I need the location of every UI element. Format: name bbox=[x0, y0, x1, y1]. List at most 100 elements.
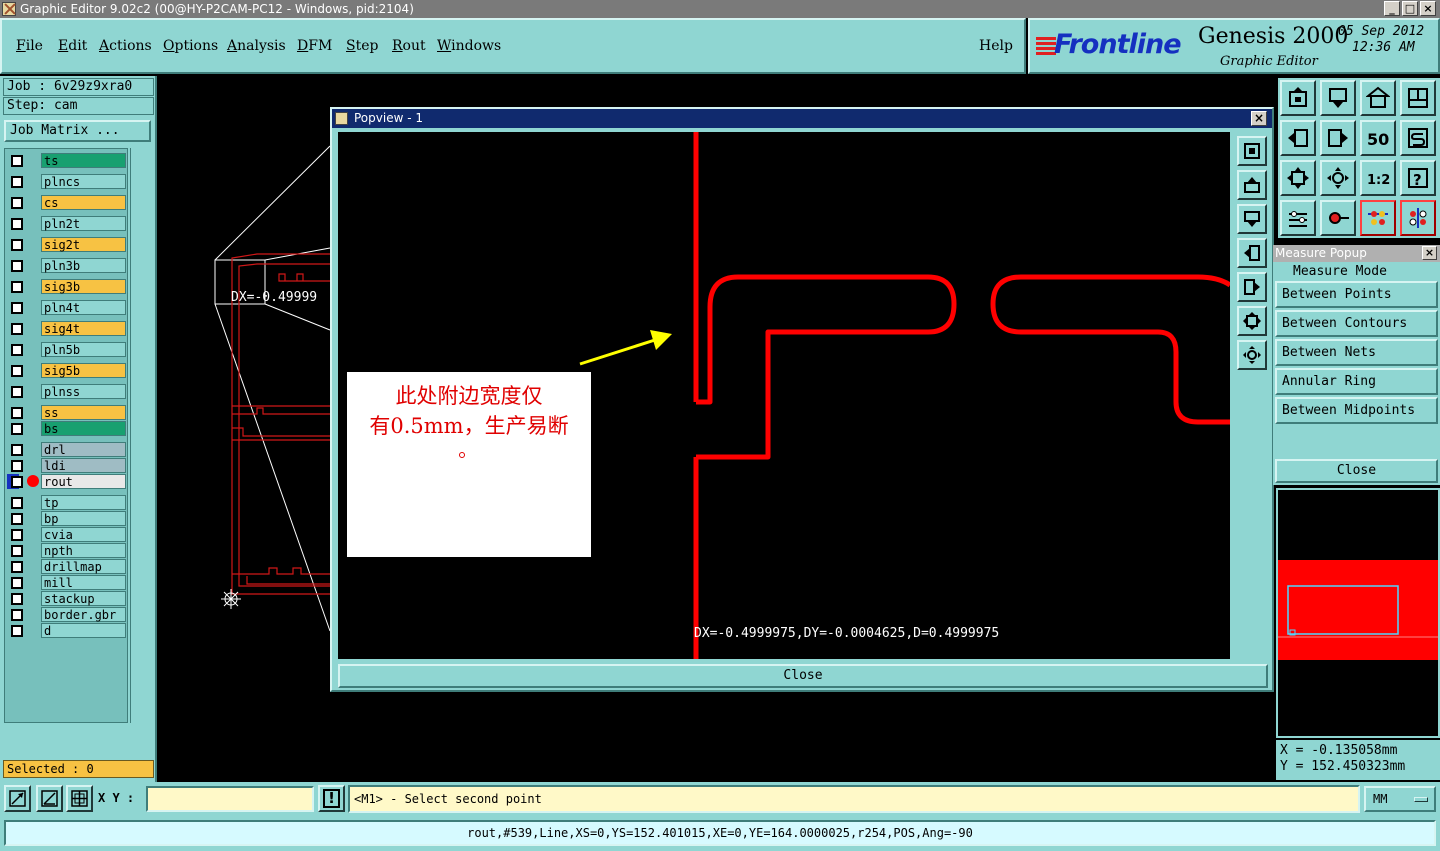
measure-popup-close-x-button[interactable]: × bbox=[1422, 246, 1437, 260]
layer-row-ss[interactable]: ss bbox=[7, 405, 127, 420]
measure-between-points-button[interactable]: Between Points bbox=[1275, 281, 1438, 308]
menu-analysis[interactable]: Analysis bbox=[227, 38, 286, 54]
layer-checkbox[interactable] bbox=[11, 625, 23, 637]
layer-row-d[interactable]: d bbox=[7, 623, 127, 638]
layer-name[interactable]: border.gbr bbox=[41, 607, 126, 622]
layer-row-drl[interactable]: drl bbox=[7, 442, 127, 457]
layer-row-pln3b[interactable]: pln3b bbox=[7, 258, 127, 273]
tool-probe-button[interactable] bbox=[1320, 200, 1356, 236]
layer-checkbox[interactable] bbox=[11, 497, 23, 509]
layer-name[interactable]: plnss bbox=[41, 384, 126, 399]
tool-home-button[interactable] bbox=[1360, 80, 1396, 116]
tool-help-button[interactable]: ? bbox=[1400, 160, 1436, 196]
layer-checkbox[interactable] bbox=[11, 365, 23, 377]
snap-center-button[interactable] bbox=[66, 785, 93, 812]
layer-row-ldi[interactable]: ldi bbox=[7, 458, 127, 473]
xy-input[interactable] bbox=[146, 786, 314, 812]
layer-checkbox[interactable] bbox=[11, 513, 23, 525]
layer-row-plnss[interactable]: plnss bbox=[7, 384, 127, 399]
job-matrix-button[interactable]: Job Matrix ... bbox=[4, 120, 151, 142]
tool-layer-color-button[interactable] bbox=[1360, 200, 1396, 236]
layer-checkbox[interactable] bbox=[11, 239, 23, 251]
close-window-button[interactable]: × bbox=[1420, 1, 1436, 16]
layer-row-pln2t[interactable]: pln2t bbox=[7, 216, 127, 231]
tool-zoom-out-button[interactable] bbox=[1320, 160, 1356, 196]
tool-pan-down-button[interactable] bbox=[1320, 80, 1356, 116]
layer-checkbox[interactable] bbox=[11, 545, 23, 557]
layer-row-sig5b[interactable]: sig5b bbox=[7, 363, 127, 378]
layer-name[interactable]: cs bbox=[41, 195, 126, 210]
minimize-button[interactable]: _ bbox=[1384, 1, 1400, 16]
tool-settings-button[interactable] bbox=[1280, 200, 1316, 236]
snap-angle-button[interactable] bbox=[36, 785, 63, 812]
layer-name[interactable]: sig5b bbox=[41, 363, 126, 378]
layer-row-ts[interactable]: ts bbox=[7, 153, 127, 168]
units-dropdown[interactable]: MM bbox=[1364, 786, 1436, 812]
popview-pan-down-button[interactable] bbox=[1237, 204, 1267, 234]
overview-minimap[interactable] bbox=[1276, 488, 1440, 738]
layer-checkbox[interactable] bbox=[11, 386, 23, 398]
layer-row-tp[interactable]: tp bbox=[7, 495, 127, 510]
tool-snap-button[interactable] bbox=[1400, 120, 1436, 156]
layer-checkbox[interactable] bbox=[11, 260, 23, 272]
layer-name[interactable]: pln3b bbox=[41, 258, 126, 273]
layer-name[interactable]: npth bbox=[41, 543, 126, 558]
popview-canvas[interactable]: 此处附边宽度仅 有0.5mm，生产易断 DX=-0.4999975,DY=-0.… bbox=[338, 132, 1230, 659]
tool-net-button[interactable] bbox=[1400, 200, 1436, 236]
layer-name[interactable]: stackup bbox=[41, 591, 126, 606]
layer-row-pln4t[interactable]: pln4t bbox=[7, 300, 127, 315]
layer-row-sig4t[interactable]: sig4t bbox=[7, 321, 127, 336]
layer-checkbox[interactable] bbox=[11, 155, 23, 167]
menu-options[interactable]: Options bbox=[163, 38, 218, 54]
layer-name[interactable]: pln5b bbox=[41, 342, 126, 357]
popview-close-button[interactable]: Close bbox=[338, 664, 1268, 688]
layer-name[interactable]: sig2t bbox=[41, 237, 126, 252]
layer-row-rout[interactable]: rout bbox=[7, 474, 126, 489]
snap-grid-button[interactable] bbox=[4, 785, 31, 812]
tool-window-button[interactable] bbox=[1400, 80, 1436, 116]
tool-redraw-button[interactable]: 50 bbox=[1360, 120, 1396, 156]
layer-name[interactable]: ss bbox=[41, 405, 126, 420]
popview-pan-left-button[interactable] bbox=[1237, 238, 1267, 268]
layer-row-pln5b[interactable]: pln5b bbox=[7, 342, 127, 357]
menu-windows[interactable]: Windows bbox=[437, 38, 501, 54]
layer-name[interactable]: tp bbox=[41, 495, 126, 510]
measure-between-nets-button[interactable]: Between Nets bbox=[1275, 339, 1438, 366]
tool-pan-left-button[interactable] bbox=[1280, 120, 1316, 156]
layer-name[interactable]: pln4t bbox=[41, 300, 126, 315]
layer-name[interactable]: plncs bbox=[41, 174, 126, 189]
layer-checkbox[interactable] bbox=[11, 176, 23, 188]
popview-pan-up-button[interactable] bbox=[1237, 170, 1267, 200]
layer-name[interactable]: pln2t bbox=[41, 216, 126, 231]
measure-between-contours-button[interactable]: Between Contours bbox=[1275, 310, 1438, 337]
layer-checkbox[interactable] bbox=[11, 561, 23, 573]
menu-step[interactable]: Step bbox=[346, 38, 378, 54]
layer-checkbox[interactable] bbox=[11, 460, 23, 472]
layer-name[interactable]: cvia bbox=[41, 527, 126, 542]
warning-button[interactable]: ! bbox=[318, 785, 345, 812]
layer-name[interactable]: d bbox=[41, 623, 126, 638]
layer-checkbox[interactable] bbox=[11, 218, 23, 230]
layer-row-bs[interactable]: bs bbox=[7, 421, 127, 436]
layer-checkbox[interactable] bbox=[11, 407, 23, 419]
layer-name[interactable]: bp bbox=[41, 511, 126, 526]
layer-checkbox[interactable] bbox=[11, 444, 23, 456]
menu-file[interactable]: File bbox=[16, 38, 43, 54]
menu-actions[interactable]: Actions bbox=[99, 38, 152, 54]
layer-checkbox[interactable] bbox=[11, 476, 23, 488]
layer-checkbox[interactable] bbox=[11, 609, 23, 621]
layer-name[interactable]: drl bbox=[41, 442, 126, 457]
layer-name[interactable]: sig4t bbox=[41, 321, 126, 336]
layer-row-border-gbr[interactable]: border.gbr bbox=[7, 607, 127, 622]
tool-pan-right-button[interactable] bbox=[1320, 120, 1356, 156]
tool-scale-1-2-button[interactable]: 1:2 bbox=[1360, 160, 1396, 196]
layer-checkbox[interactable] bbox=[11, 302, 23, 314]
layer-row-npth[interactable]: npth bbox=[7, 543, 127, 558]
popview-pan-right-button[interactable] bbox=[1237, 272, 1267, 302]
layer-name[interactable]: mill bbox=[41, 575, 126, 590]
layer-row-cs[interactable]: cs bbox=[7, 195, 127, 210]
maximize-button[interactable]: □ bbox=[1402, 1, 1418, 16]
popview-close-x-button[interactable]: × bbox=[1251, 111, 1267, 126]
menu-rout[interactable]: Rout bbox=[392, 38, 426, 54]
measure-annular-ring-button[interactable]: Annular Ring bbox=[1275, 368, 1438, 395]
